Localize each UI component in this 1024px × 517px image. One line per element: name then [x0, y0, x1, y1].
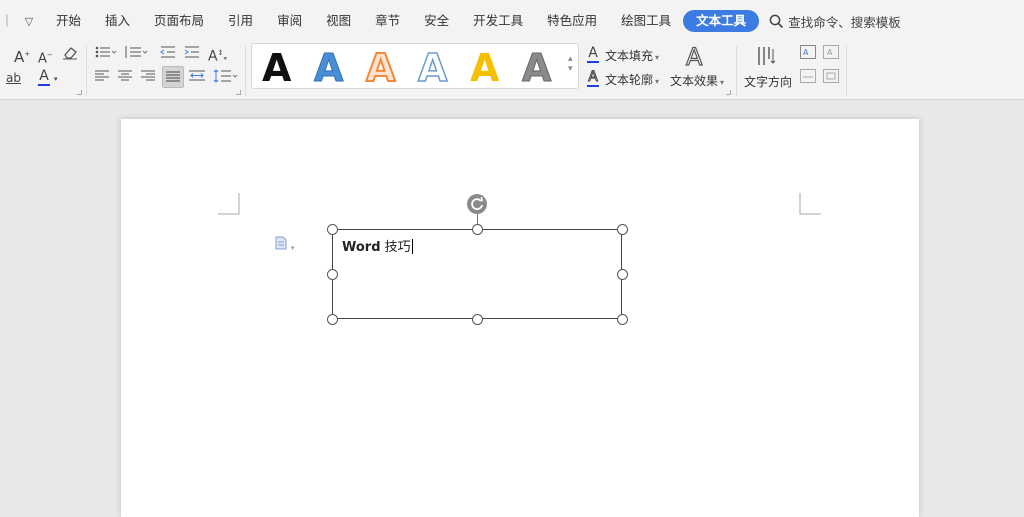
textbox-align-middle-icon[interactable]: A [823, 45, 839, 64]
text-dialog-launcher[interactable] [726, 90, 731, 95]
crop-mark-right [799, 193, 821, 215]
align-right-icon[interactable] [141, 70, 155, 87]
textbox-margin-icon[interactable] [823, 69, 839, 88]
menu-developer[interactable]: 开发工具 [461, 10, 535, 32]
resize-handle-bottom-left[interactable] [327, 314, 338, 325]
font-shrink-icon[interactable]: A− [38, 47, 53, 67]
align-center-icon[interactable] [118, 70, 132, 87]
menu-references[interactable]: 引用 [216, 10, 265, 32]
chevron-down-icon[interactable]: ▾ [54, 71, 58, 87]
text-style-orange-outline[interactable]: A [365, 47, 396, 89]
text-style-blue-outline[interactable]: A [417, 47, 448, 89]
text-fill-button[interactable]: 文本填充 ▾ [605, 47, 659, 64]
text-style-black[interactable]: A [262, 48, 291, 88]
text-box-word: Word [342, 240, 381, 255]
search-label: 查找命令、搜索模板 [788, 14, 901, 30]
bullet-list-icon[interactable] [95, 45, 117, 64]
crop-mark-left [218, 193, 240, 215]
menu-security[interactable]: 安全 [412, 10, 461, 32]
font-grow-icon[interactable]: A+ [14, 46, 30, 65]
text-caret [411, 239, 413, 254]
font-dialog-launcher[interactable] [77, 90, 82, 95]
menu-edge-icon: ⏐ [3, 14, 11, 27]
text-style-gallery: A A A A A A [251, 43, 579, 89]
text-box[interactable]: Word 技巧 [332, 229, 622, 319]
paragraph-anchor-icon[interactable]: ▾ [275, 236, 294, 253]
menu-chapter[interactable]: 章节 [363, 10, 412, 32]
document-page[interactable]: ▾ Word 技巧 [121, 119, 919, 517]
text-effects-button[interactable]: 文本效果 ▾ [670, 72, 724, 89]
text-style-gray[interactable]: A [521, 48, 551, 89]
gallery-expand-icon[interactable]: ▴ ▾ [568, 54, 573, 74]
resize-handle-right[interactable] [617, 269, 628, 280]
resize-handle-bottom-right[interactable] [617, 314, 628, 325]
menu-view[interactable]: 视图 [314, 10, 363, 32]
text-spacing-icon[interactable]: A↕▾ [208, 45, 227, 67]
text-direction-button[interactable]: 文字方向 [744, 73, 792, 90]
text-fill-icon[interactable]: A [587, 45, 599, 63]
numbered-list-icon[interactable] [125, 45, 149, 64]
text-style-yellow[interactable]: A [470, 48, 499, 88]
highlight-icon[interactable]: ab [6, 70, 21, 86]
resize-handle-top-right[interactable] [617, 224, 628, 235]
resize-handle-bottom[interactable] [472, 314, 483, 325]
text-box-content[interactable]: Word 技巧 [342, 236, 413, 255]
align-justify-icon[interactable] [162, 66, 184, 88]
ribbon-separator [245, 46, 246, 96]
line-spacing-icon[interactable] [213, 69, 239, 88]
ribbon: A+ A− ab A ▾ A↕▾ A A A A A A ▴ ▾ A 文本填充 … [0, 42, 1024, 100]
ribbon-separator [846, 46, 847, 96]
chevron-down-icon[interactable]: ▽ [14, 15, 44, 28]
paragraph-dialog-launcher[interactable] [236, 90, 241, 95]
menu-page-layout[interactable]: 页面布局 [142, 10, 216, 32]
ribbon-separator [86, 46, 87, 96]
text-box-rest: 技巧 [380, 240, 411, 255]
menu-review[interactable]: 审阅 [265, 10, 314, 32]
menu-drawing-tools[interactable]: 绘图工具 [609, 10, 683, 32]
menu-bar: ⏐ ▽ 开始 插入 页面布局 引用 审阅 视图 章节 安全 开发工具 特色应用 … [0, 0, 1024, 42]
resize-handle-top-left[interactable] [327, 224, 338, 235]
increase-indent-icon[interactable] [184, 45, 200, 64]
font-color-icon[interactable]: A [38, 68, 50, 86]
resize-handle-left[interactable] [327, 269, 338, 280]
align-left-icon[interactable] [95, 70, 109, 87]
command-search[interactable]: 查找命令、搜索模板 [769, 12, 901, 31]
textbox-align-bottom-icon[interactable] [800, 69, 816, 88]
text-style-blue[interactable]: A [313, 48, 343, 89]
text-effects-icon[interactable]: A [685, 43, 703, 70]
menu-home[interactable]: 开始 [44, 10, 93, 32]
text-outline-button[interactable]: 文本轮廓 ▾ [605, 71, 659, 88]
search-icon [769, 14, 784, 28]
svg-text:A: A [803, 48, 809, 57]
ribbon-separator [736, 46, 737, 96]
textbox-align-top-icon[interactable]: A [800, 45, 816, 64]
rotate-handle[interactable] [467, 194, 487, 214]
svg-text:A: A [827, 48, 833, 57]
menu-insert[interactable]: 插入 [93, 10, 142, 32]
rotate-icon [471, 196, 483, 210]
clear-format-icon[interactable] [62, 46, 78, 65]
menu-text-tools[interactable]: 文本工具 [683, 10, 760, 32]
resize-handle-top[interactable] [472, 224, 483, 235]
decrease-indent-icon[interactable] [160, 45, 176, 64]
distributed-align-icon[interactable] [189, 70, 205, 87]
menu-special-apps[interactable]: 特色应用 [535, 10, 609, 32]
text-outline-icon[interactable]: A [587, 69, 599, 87]
text-direction-icon[interactable] [756, 45, 778, 72]
